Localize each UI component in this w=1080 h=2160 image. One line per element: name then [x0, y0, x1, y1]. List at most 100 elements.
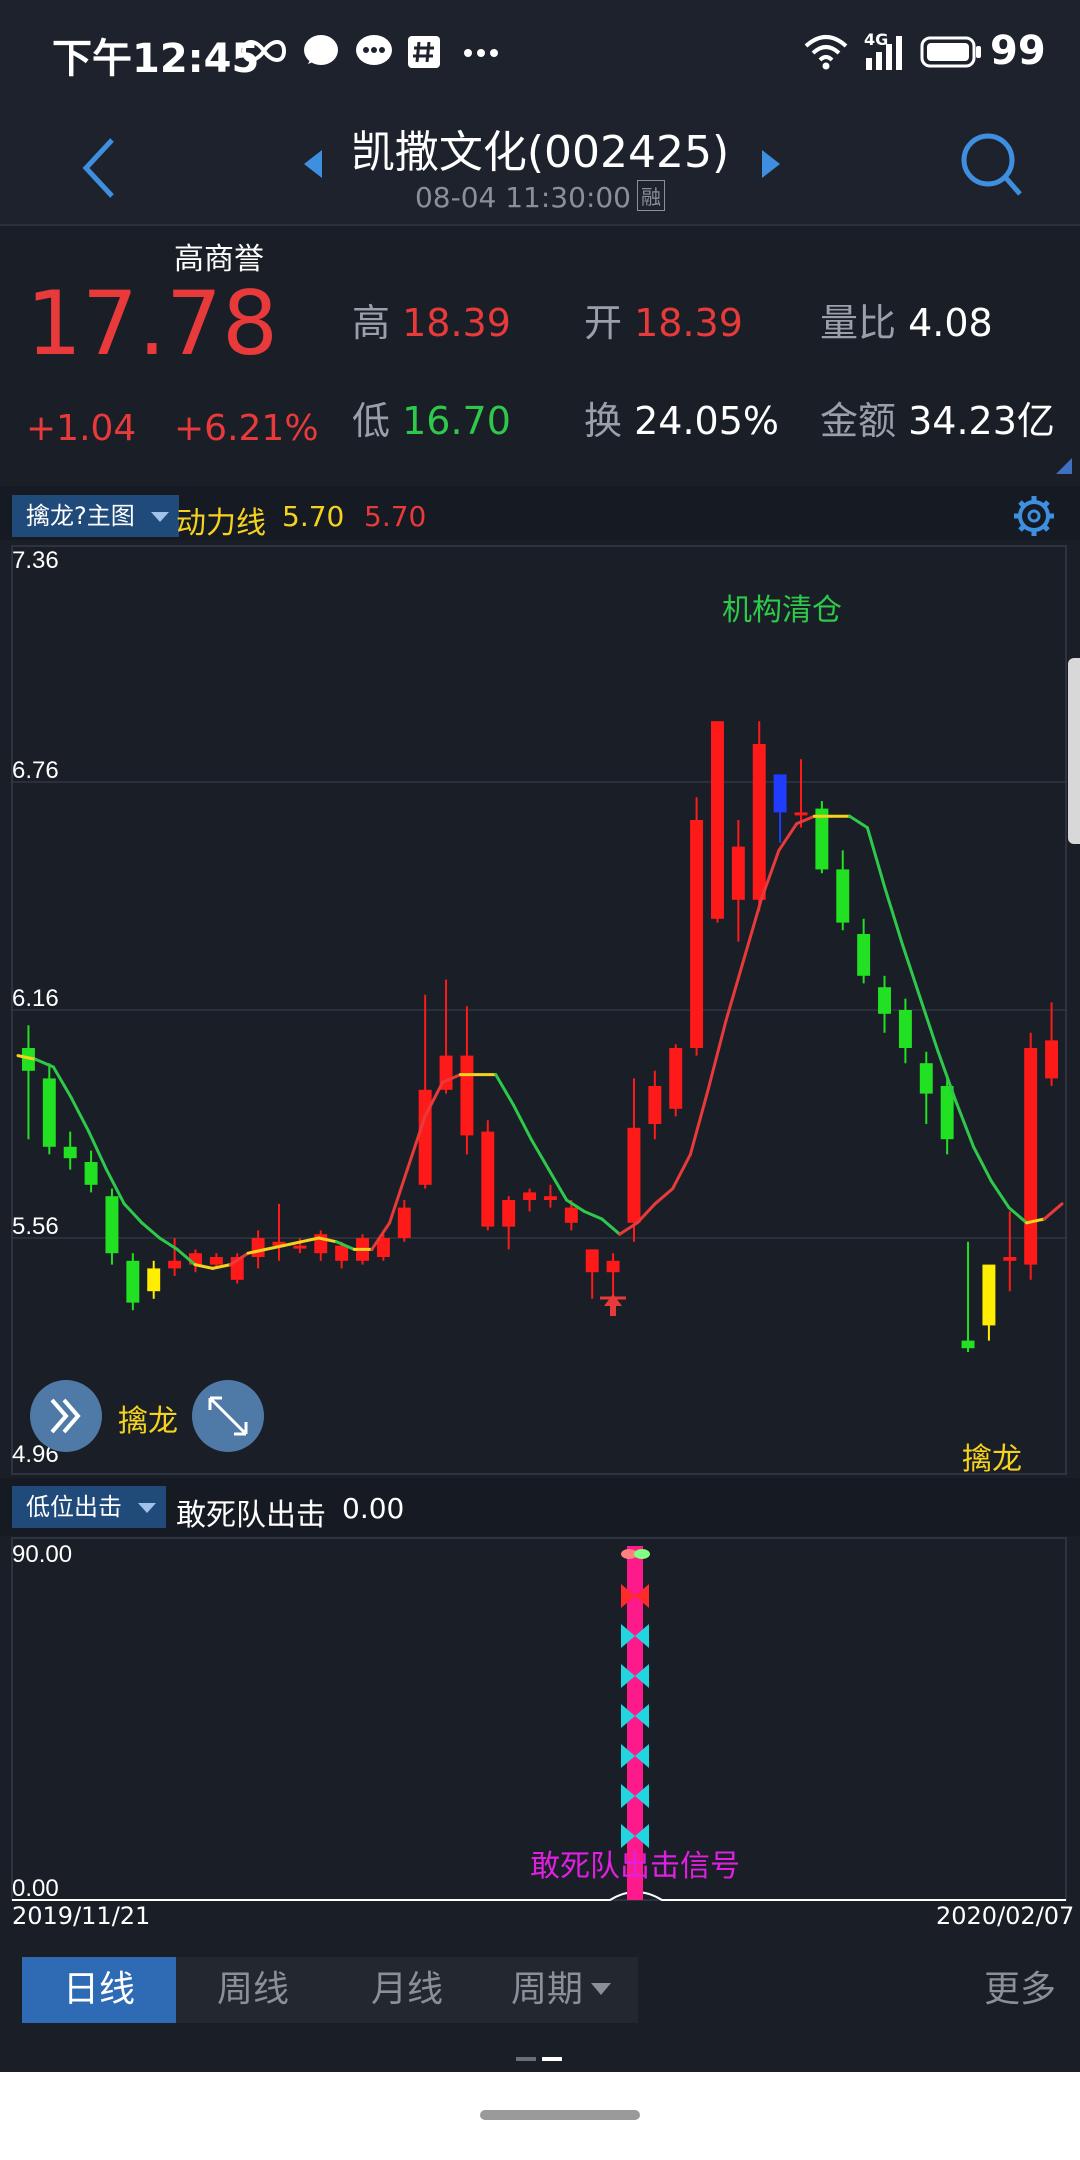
- candle-body: [481, 1131, 495, 1227]
- candle-body: [523, 1192, 537, 1200]
- search-icon[interactable]: [956, 126, 1026, 202]
- power-line-segment: [795, 814, 816, 826]
- signal-bar: [621, 1546, 650, 1900]
- wifi-icon: [804, 35, 848, 70]
- power-line-segment: [51, 1065, 73, 1099]
- candle-body: [42, 1078, 56, 1147]
- side-scroll-handle[interactable]: [1068, 658, 1080, 844]
- fullscreen-button[interactable]: [192, 1380, 264, 1452]
- power-line-segment: [1042, 1202, 1064, 1221]
- power-line-segment: [848, 814, 869, 830]
- candle-body: [836, 869, 850, 923]
- stock-title: 凯撒文化(002425): [350, 127, 730, 178]
- y-tick-label: 0.00: [12, 1875, 59, 1902]
- sub-indicator-dropdown[interactable]: 低位出击: [12, 1486, 166, 1528]
- next-stock-icon[interactable]: [756, 144, 786, 184]
- dropdown-label: 低位出击: [26, 1493, 122, 1521]
- expand-corner-icon[interactable]: [1056, 458, 1072, 474]
- candle-body: [168, 1260, 182, 1269]
- dropdown-label: 擒龙?主图: [26, 502, 135, 530]
- qinlong-label: 擒龙: [118, 1404, 178, 1439]
- indicator-value-2: 5.70: [364, 500, 427, 533]
- power-line-segment: [1007, 1206, 1029, 1225]
- tab-more[interactable]: 更多: [984, 1957, 1056, 2023]
- candle-body: [627, 1127, 641, 1223]
- chevron-down-icon: [591, 1983, 611, 1995]
- infinity-icon: [241, 40, 287, 62]
- power-line-segment: [69, 1095, 91, 1134]
- candle-body: [84, 1162, 98, 1185]
- price-change: +1.04: [26, 408, 137, 449]
- tab-monthly[interactable]: 月线: [330, 1957, 484, 2023]
- candle-body: [126, 1260, 140, 1303]
- candlestick-chart[interactable]: 7.366.766.165.564.96 机构清仓: [0, 542, 1080, 1478]
- y-tick-label: 7.36: [12, 547, 59, 574]
- y-tick-label: 5.56: [12, 1213, 59, 1240]
- page-indicator: [516, 2057, 562, 2061]
- power-line-segment: [671, 1152, 692, 1191]
- margin-badge: 融: [637, 180, 665, 211]
- tab-period-label: 周期: [510, 1969, 583, 2010]
- power-line-segment: [741, 898, 763, 963]
- power-line-segment: [529, 1137, 551, 1172]
- main-indicator-dropdown[interactable]: 擒龙?主图: [12, 495, 179, 537]
- expand-panel-button[interactable]: [30, 1380, 102, 1452]
- chevron-down-icon: [150, 512, 169, 522]
- chat-bubble-icon: [304, 35, 338, 65]
- gear-icon[interactable]: [1012, 494, 1056, 538]
- power-line-segment: [122, 1202, 144, 1225]
- power-line-segment: [140, 1221, 162, 1240]
- tab-period[interactable]: 周期: [484, 1957, 638, 2023]
- status-time: 下午12:45: [52, 36, 260, 82]
- power-line-segment: [688, 1088, 710, 1156]
- candle-body: [752, 744, 766, 900]
- candle-body: [397, 1207, 411, 1238]
- stock-header: 凯撒文化(002425) 08-04 11:30:00 融: [0, 108, 1080, 226]
- sub-indicator-title: 敢死队出击: [176, 1498, 326, 1533]
- candle-body: [606, 1260, 620, 1273]
- candle-body: [63, 1146, 77, 1159]
- power-line-segment: [883, 886, 905, 947]
- date-end: 2020/02/07: [936, 1902, 1075, 1930]
- candle-body: [690, 820, 704, 1048]
- home-indicator[interactable]: [480, 2110, 640, 2120]
- candle-body: [982, 1264, 996, 1326]
- battery-icon: [920, 36, 981, 68]
- power-line-segment: [777, 822, 799, 852]
- candle-body: [1024, 1048, 1038, 1265]
- y-axis-ticks: 7.366.766.165.564.96: [12, 547, 59, 1468]
- tab-weekly[interactable]: 周线: [176, 1957, 330, 2023]
- candle-body: [209, 1257, 223, 1265]
- date-start: 2019/11/21: [12, 1902, 151, 1930]
- buy-arrow-icon: [600, 1294, 626, 1316]
- low-price: 低 16.70: [352, 399, 511, 443]
- candle-body: [147, 1268, 161, 1292]
- power-line-segment: [494, 1073, 515, 1107]
- candle-body: [1045, 1040, 1059, 1079]
- power-line-segment: [600, 1217, 622, 1236]
- high-price: 高 18.39: [352, 301, 511, 345]
- tab-daily[interactable]: 日线: [22, 1957, 176, 2023]
- candle-body: [564, 1207, 578, 1223]
- power-line-segment: [653, 1187, 675, 1206]
- y-axis-ticks: 90.00 0.00: [12, 1541, 72, 1902]
- y-tick-label: 6.76: [12, 757, 59, 784]
- power-line-segment: [547, 1168, 569, 1202]
- candle-body: [502, 1200, 516, 1227]
- turnover-rate: 换 24.05%: [584, 399, 780, 443]
- y-tick-label: 90.00: [12, 1541, 72, 1568]
- power-line-segment: [34, 1057, 55, 1069]
- candle-body: [293, 1245, 307, 1249]
- quote-panel: 高商誉 17.78 +1.04 +6.21% 高 18.39 开 18.39 量…: [0, 226, 1080, 484]
- signal-bar-chart[interactable]: 90.00 0.00 敢死队出击信号: [0, 1536, 1080, 1908]
- trade-amount: 金额 34.23亿: [820, 399, 1055, 443]
- hashtag-icon: [408, 36, 440, 68]
- candle-body: [543, 1196, 557, 1200]
- power-line-segment: [511, 1103, 533, 1141]
- open-price: 开 18.39: [584, 301, 743, 345]
- more-dots-icon: [464, 49, 498, 57]
- qinlong-right-label: 擒龙: [962, 1442, 1022, 1477]
- candle-body: [815, 808, 829, 870]
- message-icon: [356, 35, 392, 65]
- power-line-segment: [954, 1099, 976, 1149]
